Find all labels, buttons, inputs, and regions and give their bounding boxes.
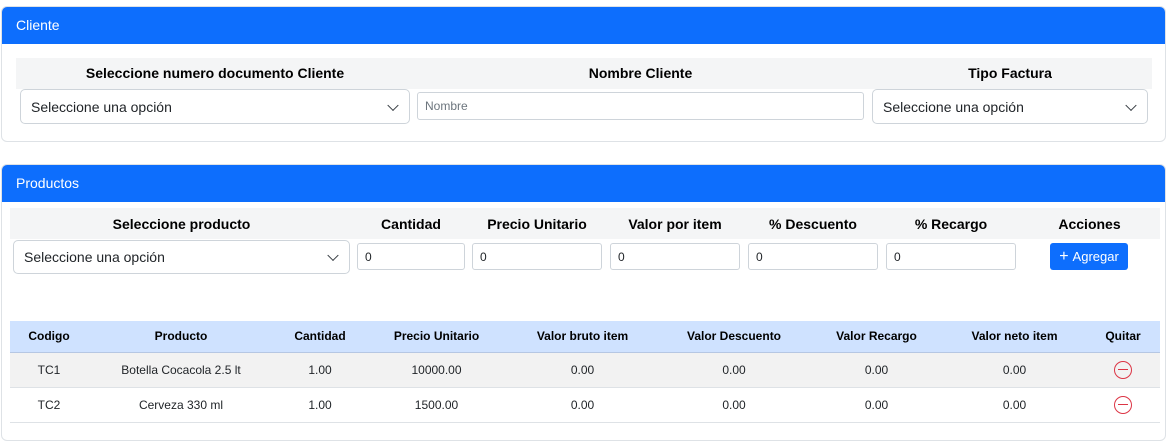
valor-item-input[interactable] [610, 243, 740, 270]
cliente-card-header: Cliente [2, 7, 1165, 44]
precio-unitario-input[interactable] [472, 243, 602, 270]
cell-cantidad: 1.00 [274, 352, 366, 388]
cell-producto: Cerveza 330 ml [88, 387, 274, 423]
chevron-down-icon [1125, 99, 1137, 111]
acciones-label: Acciones [1058, 216, 1121, 232]
cantidad-label: Cantidad [381, 216, 441, 232]
descuento-input[interactable] [748, 243, 878, 270]
col-header: Codigo [10, 321, 88, 353]
cell-valor-descuento: 0.00 [658, 352, 810, 388]
cell-quitar [1086, 387, 1160, 423]
producto-label: Seleccione producto [112, 216, 251, 232]
plus-icon: + [1059, 247, 1069, 265]
cell-valor-bruto: 0.00 [507, 352, 658, 388]
productos-card-header: Productos [2, 165, 1165, 202]
col-header: Quitar [1086, 321, 1160, 353]
cell-producto: Botella Cocacola 2.5 lt [88, 352, 274, 388]
descuento-label: % Descuento [769, 216, 857, 232]
cell-precio: 1500.00 [366, 387, 507, 423]
cell-codigo: TC1 [10, 352, 88, 388]
cell-valor-descuento: 0.00 [658, 387, 810, 423]
recargo-label: % Recargo [914, 216, 988, 232]
cell-valor-recargo: 0.00 [810, 352, 943, 388]
col-header: Precio Unitario [366, 321, 507, 353]
cell-codigo: TC2 [10, 387, 88, 423]
cliente-card: Cliente Seleccione numero documento Clie… [1, 6, 1166, 142]
precio-label: Precio Unitario [487, 216, 587, 232]
col-header: Valor bruto item [507, 321, 658, 353]
cantidad-input[interactable] [357, 243, 465, 270]
producto-select-value: Seleccione una opción [24, 249, 165, 265]
nombre-label: Nombre Cliente [588, 65, 693, 81]
items-table: Codigo Producto Cantidad Precio Unitario… [10, 321, 1160, 423]
cell-quitar [1086, 352, 1160, 388]
minus-circle-icon[interactable] [1114, 395, 1132, 414]
nombre-input[interactable] [417, 92, 864, 120]
tipo-select-value: Seleccione una opción [883, 98, 1024, 115]
add-product-button-label: Agregar [1072, 249, 1119, 264]
col-header: Valor Descuento [658, 321, 810, 353]
chevron-down-icon [327, 249, 339, 262]
cell-precio: 10000.00 [366, 352, 507, 388]
minus-circle-icon[interactable] [1114, 360, 1132, 379]
cell-valor-neto: 0.00 [943, 387, 1086, 423]
table-row: TC1 Botella Cocacola 2.5 lt 1.00 10000.0… [10, 352, 1160, 388]
cell-valor-recargo: 0.00 [810, 387, 943, 423]
table-row: TC2 Cerveza 330 ml 1.00 1500.00 0.00 0.0… [10, 387, 1160, 423]
add-product-button[interactable]: + Agregar [1050, 243, 1128, 270]
producto-select[interactable]: Seleccione una opción [13, 240, 350, 274]
documento-label: Seleccione numero documento Cliente [85, 65, 345, 81]
cell-valor-neto: 0.00 [943, 352, 1086, 388]
col-header: Valor Recargo [810, 321, 943, 353]
tipo-factura-select[interactable]: Seleccione una opción [872, 89, 1148, 124]
cell-cantidad: 1.00 [274, 387, 366, 423]
col-header: Cantidad [274, 321, 366, 353]
col-header: Producto [88, 321, 274, 353]
documento-select[interactable]: Seleccione una opción [20, 89, 410, 124]
productos-card: Productos Seleccione producto Cantidad P… [1, 164, 1166, 441]
recargo-input[interactable] [886, 243, 1016, 270]
table-header-row: Codigo Producto Cantidad Precio Unitario… [10, 321, 1160, 353]
documento-select-value: Seleccione una opción [31, 98, 172, 115]
valor-item-label: Valor por item [628, 216, 722, 232]
tipo-label: Tipo Factura [968, 65, 1052, 81]
chevron-down-icon [387, 99, 399, 111]
cell-valor-bruto: 0.00 [507, 387, 658, 423]
col-header: Valor neto item [943, 321, 1086, 353]
